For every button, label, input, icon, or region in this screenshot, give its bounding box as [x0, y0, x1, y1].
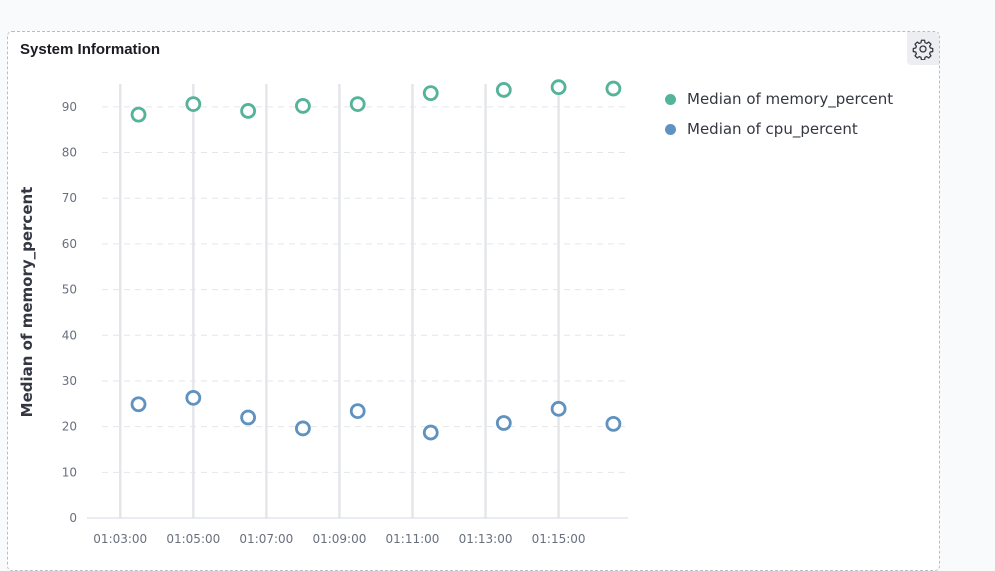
legend-swatch-cpu [665, 123, 676, 135]
cpu-data-point [422, 424, 439, 441]
cpu-data-point [295, 420, 311, 437]
memory-data-point [295, 98, 311, 114]
panel-settings-button[interactable] [907, 32, 939, 65]
gear-icon [912, 39, 934, 60]
x-tick-label: 01:07:00 [239, 532, 293, 546]
memory-data-point [495, 82, 512, 98]
y-tick-label: 90 [62, 100, 77, 114]
memory-data-point [605, 80, 622, 97]
chart-legend: Median of memory_percent Median of cpu_p… [665, 84, 893, 144]
y-tick-label: 60 [62, 237, 77, 251]
cpu-data-point [495, 415, 512, 431]
memory-data-point [130, 106, 147, 123]
legend-item-memory[interactable]: Median of memory_percent [665, 84, 893, 114]
y-tick-label: 0 [69, 511, 77, 525]
memory-data-point [422, 85, 439, 102]
cpu-data-point [605, 415, 622, 432]
x-tick-label: 01:15:00 [532, 532, 586, 546]
cpu-data-point [130, 396, 147, 413]
y-axis-label: Median of memory_percent [18, 187, 36, 418]
x-tick-label: 01:03:00 [93, 532, 147, 546]
cpu-data-point [550, 400, 567, 417]
x-tick-label: 01:11:00 [386, 532, 440, 546]
cpu-data-point [349, 403, 366, 419]
y-tick-label: 20 [62, 420, 77, 434]
legend-label-cpu: Median of cpu_percent [687, 120, 858, 138]
cpu-data-point [240, 409, 257, 426]
x-tick-label: 01:09:00 [312, 532, 366, 546]
system-information-panel: System Information 0 10 20 30 40 50 60 70 80 90 01… [7, 31, 940, 571]
y-tick-label: 80 [62, 146, 77, 160]
y-tick-label: 50 [62, 283, 77, 297]
scatter-chart: 0 10 20 30 40 50 60 70 80 90 01:03:00 01:05:00 01:07… [18, 79, 628, 546]
x-tick-label: 01:05:00 [166, 532, 220, 546]
y-tick-label: 70 [62, 191, 77, 205]
legend-label-memory: Median of memory_percent [687, 90, 894, 108]
y-tick-label: 30 [62, 374, 77, 388]
memory-data-point [240, 103, 257, 119]
memory-data-point [349, 96, 366, 113]
x-tick-label: 01:13:00 [459, 532, 513, 546]
y-tick-label: 10 [62, 465, 77, 479]
cpu-data-point [185, 389, 202, 406]
legend-swatch-memory [665, 93, 676, 105]
memory-data-point [185, 96, 202, 113]
memory-data-point [550, 79, 567, 96]
y-tick-label: 40 [62, 328, 77, 342]
legend-item-cpu[interactable]: Median of cpu_percent [665, 114, 893, 144]
